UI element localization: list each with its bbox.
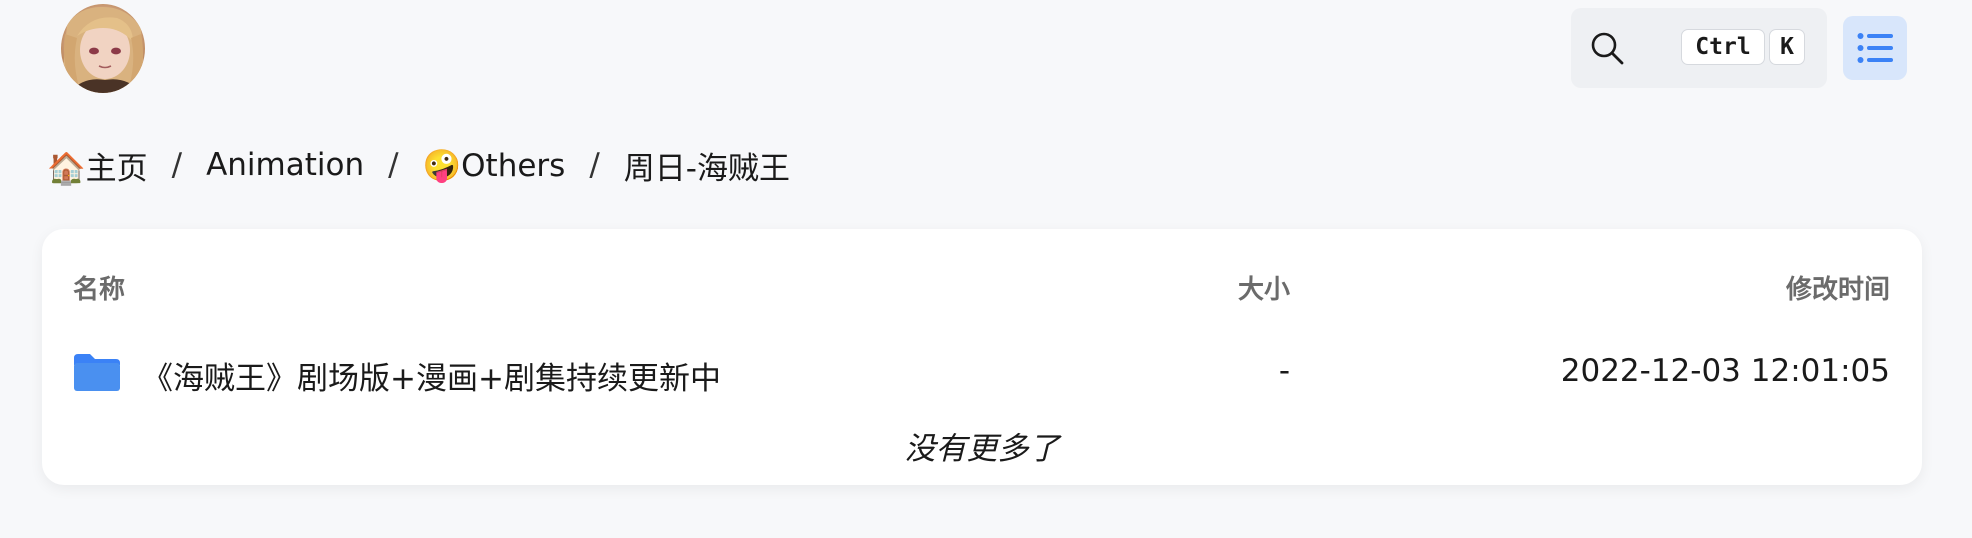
folder-icon xyxy=(74,354,120,391)
list-icon xyxy=(1857,33,1893,63)
column-header-name[interactable]: 名称 xyxy=(73,269,125,306)
avatar-image xyxy=(61,6,145,93)
file-list: 名称 大小 修改时间 《海贼王》剧场版+漫画+剧集持续更新中 - 2022-12… xyxy=(42,229,1922,485)
breadcrumb-separator: / xyxy=(171,147,183,183)
file-modified-time: 2022-12-03 12:01:05 xyxy=(1560,353,1890,389)
search-icon xyxy=(1591,32,1624,65)
breadcrumb-current-folder[interactable]: 周日-海贼王 xyxy=(624,143,790,188)
breadcrumb-others[interactable]: 🤪Others xyxy=(423,147,566,184)
search-box[interactable]: Ctrl K xyxy=(1571,8,1827,88)
column-header-size[interactable]: 大小 xyxy=(1238,269,1290,306)
top-bar: Ctrl K xyxy=(0,0,1972,100)
file-name[interactable]: 《海贼王》剧场版+漫画+剧集持续更新中 xyxy=(142,353,721,398)
avatar[interactable] xyxy=(61,4,145,93)
breadcrumb-animation[interactable]: Animation xyxy=(206,147,364,183)
column-header-modified[interactable]: 修改时间 xyxy=(1786,269,1890,306)
breadcrumb-home[interactable]: 🏠主页 xyxy=(47,143,148,188)
file-size: - xyxy=(1278,353,1290,389)
shortcut-ctrl-key: Ctrl xyxy=(1681,29,1765,65)
breadcrumb-separator: / xyxy=(589,147,600,183)
breadcrumb: 🏠主页 / Animation / 🤪Others / 周日-海贼王 xyxy=(47,140,790,190)
list-view-button[interactable] xyxy=(1843,16,1907,80)
table-row[interactable]: 《海贼王》剧场版+漫画+剧集持续更新中 - 2022-12-03 12:01:0… xyxy=(42,339,1922,409)
end-of-list-text: 没有更多了 xyxy=(904,431,1060,467)
breadcrumb-separator: / xyxy=(388,147,399,183)
shortcut-k-key: K xyxy=(1769,29,1805,65)
